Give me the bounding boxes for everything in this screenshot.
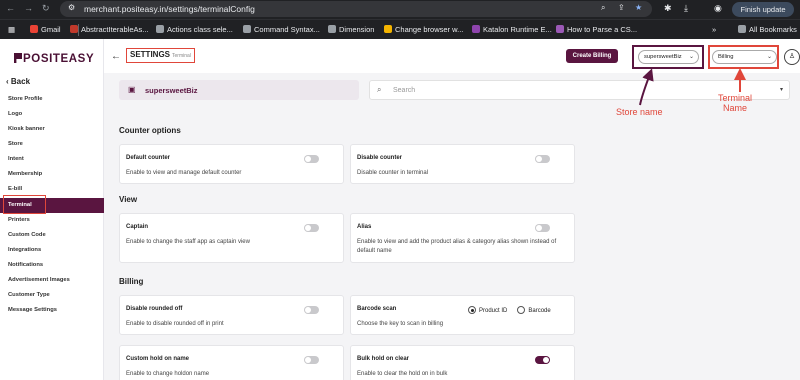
terminal-annotation-line1: Terminal: [718, 93, 753, 103]
store-name-annotation: Store name: [616, 107, 663, 117]
terminal-name-annotation: Terminal Name: [718, 93, 752, 113]
terminal-annotation-line2: Name: [723, 103, 748, 113]
store-annotation-arrow: [639, 68, 654, 106]
annotation-arrows: [639, 68, 746, 106]
